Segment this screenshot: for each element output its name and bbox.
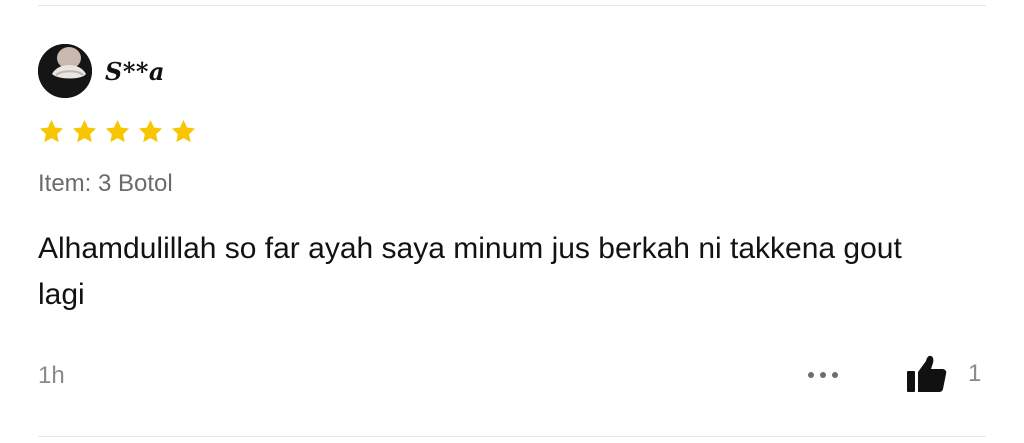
star-icon <box>72 120 97 143</box>
star-icon <box>171 120 196 143</box>
reviewer-name: S**a <box>105 56 165 86</box>
like-count: 1 <box>968 360 982 387</box>
review-item: S**a Item: 3 Botol Alhamdulillah so far … <box>38 0 986 443</box>
thumbs-up-icon <box>907 355 947 392</box>
user-avatar-icon <box>38 44 92 98</box>
review-header: S**a <box>38 44 165 98</box>
star-icon <box>105 120 130 143</box>
avatar[interactable] <box>38 44 92 98</box>
more-dot <box>820 372 826 378</box>
more-dot <box>832 372 838 378</box>
bottom-divider <box>38 436 986 437</box>
review-footer: 1h 1 <box>38 354 986 398</box>
star-icon <box>138 120 163 143</box>
product-variation: Item: 3 Botol <box>38 170 173 197</box>
review-comment: Alhamdulillah so far ayah saya minum jus… <box>38 232 902 311</box>
star-icon <box>39 120 64 143</box>
review-timestamp: 1h <box>38 362 65 389</box>
like-button[interactable]: 1 <box>906 354 981 394</box>
more-options-button[interactable] <box>798 360 848 390</box>
star-rating <box>38 118 197 145</box>
more-horizontal-icon <box>808 372 814 378</box>
